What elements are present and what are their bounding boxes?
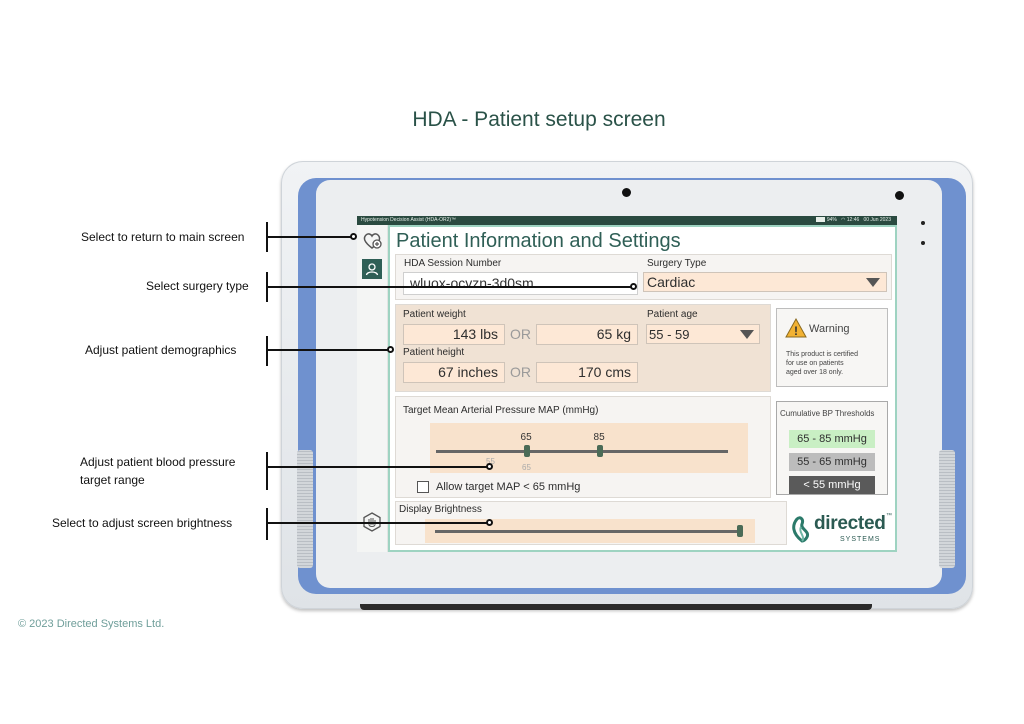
callout-bar: [266, 336, 268, 366]
front-camera: [622, 188, 631, 197]
session-number-field[interactable]: wluox-ocvzn-3d0sm: [403, 272, 638, 295]
callout-bar: [266, 508, 268, 540]
callout-line: [266, 522, 490, 524]
threshold-green-badge: 65 - 85 mmHg: [789, 430, 875, 448]
warning-line-2: for use on patients: [786, 360, 844, 367]
callout-line: [266, 286, 634, 288]
right-speaker: [939, 450, 955, 568]
warning-line-1: This product is certified: [786, 351, 858, 358]
indicator-dot: [921, 241, 925, 245]
callout-demographics: Adjust patient demographics: [85, 343, 237, 357]
callout-line: [266, 466, 490, 468]
callout-endpoint: [387, 346, 394, 353]
patient-profile-icon[interactable]: [362, 259, 382, 279]
demographics-panel: Patient weight 143 lbs OR 65 kg Patient …: [395, 304, 771, 392]
bp-thresholds-box: Cumulative BP Thresholds 65 - 85 mmHg 55…: [776, 401, 888, 495]
status-right: 94% ◠ 12:46 00 Jun 2023: [816, 216, 891, 225]
directed-systems-logo: directed ™ SYSTEMS: [792, 513, 892, 547]
warning-icon: !: [785, 318, 807, 338]
logo-mark-icon: [792, 516, 810, 543]
callout-surgery: Select surgery type: [146, 279, 249, 293]
patient-settings-panel: Patient Information and Settings HDA Ses…: [388, 225, 897, 552]
map-label: Target Mean Arterial Pressure MAP (mmHg): [403, 405, 599, 416]
wifi-icon: ◠: [841, 217, 846, 223]
main-screen-icon[interactable]: [361, 231, 383, 251]
height-or: OR: [510, 364, 531, 380]
session-panel: HDA Session Number wluox-ocvzn-3d0sm Sur…: [395, 254, 892, 300]
callout-line: [266, 236, 353, 238]
height-inches-field[interactable]: 67 inches: [403, 362, 505, 383]
age-select[interactable]: 55 - 59: [646, 324, 760, 344]
session-label: HDA Session Number: [404, 258, 502, 269]
status-date: 00 Jun 2023: [863, 217, 891, 223]
age-warning-box: ! Warning This product is certified for …: [776, 308, 888, 387]
brightness-track: [435, 530, 743, 533]
status-app-name: Hypotension Decision Assist (HDA-OR2)™: [361, 217, 457, 223]
map-high-value: 85: [593, 432, 605, 443]
callout-endpoint: [350, 233, 357, 240]
screen-title: Patient Information and Settings: [396, 230, 681, 252]
height-cms-field[interactable]: 170 cms: [536, 362, 638, 383]
callout-bp-line-1: Adjust patient blood pressure: [80, 455, 236, 469]
map-panel: Target Mean Arterial Pressure MAP (mmHg)…: [395, 396, 771, 498]
weight-kg-field[interactable]: 65 kg: [536, 324, 638, 345]
logo-trademark: ™: [886, 513, 892, 519]
map-faint-lower-label: 65: [522, 463, 531, 472]
battery-level: 94%: [826, 217, 837, 223]
status-bar: Hypotension Decision Assist (HDA-OR2)™ 9…: [357, 216, 897, 225]
brightness-thumb[interactable]: [736, 525, 743, 537]
weight-label: Patient weight: [403, 309, 466, 320]
callout-endpoint: [630, 283, 637, 290]
callout-endpoint: [486, 519, 493, 526]
age-label: Patient age: [647, 309, 698, 320]
callout-main-screen: Select to return to main screen: [81, 230, 245, 244]
brightness-label: Display Brightness: [399, 504, 482, 515]
device-screen: Hypotension Decision Assist (HDA-OR2)™ 9…: [357, 216, 897, 552]
battery-icon: [816, 217, 826, 223]
logo-sub: SYSTEMS: [840, 536, 881, 543]
threshold-grey-badge: 55 - 65 mmHg: [789, 453, 875, 471]
warning-title: Warning: [809, 323, 850, 335]
copyright-footer: © 2023 Directed Systems Ltd.: [18, 618, 165, 630]
callout-bar: [266, 452, 268, 490]
map-low-value: 65: [520, 432, 532, 443]
logo-name: directed: [814, 513, 886, 534]
surgery-type-value: Cardiac: [647, 274, 696, 290]
side-nav: [357, 225, 388, 552]
warning-line-3: aged over 18 only.: [786, 369, 844, 376]
map-slider-track: [436, 450, 728, 453]
allow-low-map-label: Allow target MAP < 65 mmHg: [436, 481, 581, 493]
allow-low-map-checkbox[interactable]: [417, 481, 429, 493]
tablet-base: [360, 604, 872, 610]
weight-or: OR: [510, 326, 531, 342]
surgery-type-label: Surgery Type: [647, 258, 707, 269]
callout-brightness: Select to adjust screen brightness: [52, 516, 233, 530]
callout-bp-line-2: target range: [80, 473, 145, 487]
map-high-thumb[interactable]: [596, 445, 603, 457]
callout-line: [266, 349, 390, 351]
svg-text:!: !: [794, 324, 798, 338]
chevron-down-icon: [866, 278, 880, 287]
weight-lbs-field[interactable]: 143 lbs: [403, 324, 505, 345]
page-title: HDA - Patient setup screen: [412, 108, 666, 131]
chevron-down-icon: [740, 330, 754, 339]
bp-thresholds-title: Cumulative BP Thresholds: [780, 409, 875, 418]
height-label: Patient height: [403, 347, 465, 358]
surgery-type-select[interactable]: Cardiac: [643, 272, 887, 292]
status-time: 12:46: [846, 217, 860, 223]
sensor-camera: [895, 191, 904, 200]
age-value: 55 - 59: [649, 327, 690, 342]
indicator-dot: [921, 221, 925, 225]
map-low-thumb[interactable]: [523, 445, 530, 457]
callout-endpoint: [486, 463, 493, 470]
threshold-dark-badge: < 55 mmHg: [789, 476, 875, 494]
